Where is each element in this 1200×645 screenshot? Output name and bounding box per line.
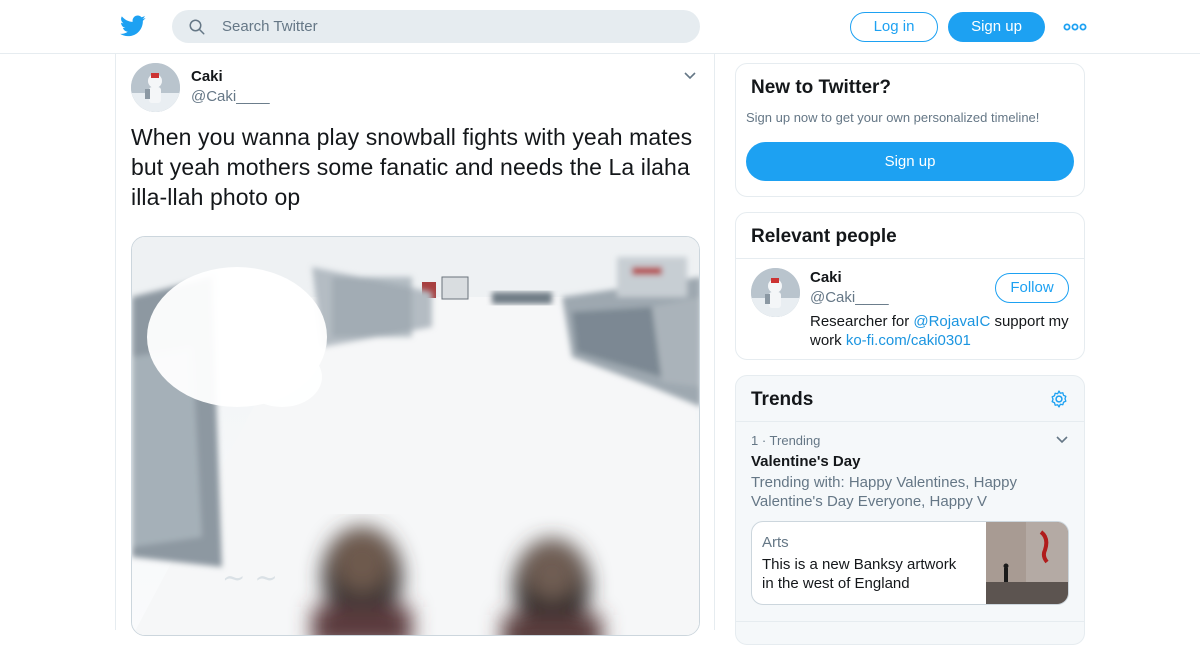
- gear-icon[interactable]: [1049, 389, 1069, 409]
- new-to-twitter-card: New to Twitter? Sign up now to get your …: [735, 63, 1085, 197]
- trend-trending-with: Trending with: Happy Valentines, Happy V…: [751, 474, 1017, 510]
- more-dots-icon[interactable]: [1062, 18, 1088, 36]
- signup-button[interactable]: Sign up: [948, 12, 1045, 42]
- svg-text:~ ~: ~ ~: [222, 561, 278, 594]
- card-title: Relevant people: [751, 226, 897, 247]
- tweet-text: When you wanna play snowball fights with…: [131, 124, 693, 210]
- card-title: New to Twitter?: [751, 77, 892, 98]
- snow-camp-photo: ~ ~: [132, 237, 699, 635]
- avatar-image: [751, 268, 800, 317]
- bio-text: Researcher for: [810, 313, 914, 330]
- card-subtitle: Sign up now to get your own personalized…: [746, 110, 1040, 125]
- follow-button[interactable]: Follow: [995, 273, 1069, 303]
- chevron-down-icon[interactable]: [1054, 432, 1070, 448]
- person-bio: Researcher for @RojavaIC support my work…: [810, 312, 1080, 350]
- trend-name[interactable]: Valentine's Day: [751, 453, 860, 470]
- top-navigation-bar: Log in Sign up: [0, 0, 1200, 54]
- divider: [736, 421, 1084, 422]
- relevant-people-card: Relevant people Caki @Caki____ Follow Re…: [735, 212, 1085, 360]
- trends-card: Trends 1 · Trending Valentine's Day Tren…: [735, 375, 1085, 645]
- divider: [736, 621, 1084, 622]
- person-name[interactable]: Caki: [810, 269, 842, 286]
- divider: [736, 258, 1084, 259]
- bio-mention-link[interactable]: @RojavaIC: [913, 313, 990, 330]
- card-title: Trends: [751, 389, 814, 410]
- avatar[interactable]: [131, 63, 180, 112]
- search-input[interactable]: [222, 10, 682, 43]
- search-box[interactable]: [172, 10, 700, 43]
- tweet-author-name[interactable]: Caki: [191, 68, 223, 85]
- avatar[interactable]: [751, 268, 800, 317]
- trend-meta: 1 · Trending: [751, 433, 821, 448]
- sidebar-signup-button[interactable]: Sign up: [746, 142, 1074, 181]
- tweet-author-handle[interactable]: @Caki____: [191, 88, 270, 105]
- bio-url-link[interactable]: ko-fi.com/caki0301: [846, 332, 971, 349]
- avatar-image: [131, 63, 180, 112]
- person-handle[interactable]: @Caki____: [810, 289, 889, 306]
- twitter-bird-icon[interactable]: [120, 13, 146, 39]
- tweet-photo[interactable]: ~ ~: [131, 236, 700, 636]
- tweet-column: Caki @Caki____ When you wanna play snowb…: [115, 54, 715, 636]
- story-thumbnail: [986, 522, 1068, 604]
- search-icon: [189, 19, 205, 35]
- story-headline: This is a new Banksy artwork in the west…: [762, 556, 957, 592]
- story-category: Arts: [762, 534, 789, 551]
- login-button[interactable]: Log in: [850, 12, 938, 42]
- chevron-down-icon[interactable]: [682, 68, 698, 84]
- trend-story-card[interactable]: Arts This is a new Banksy artwork in the…: [751, 521, 1069, 605]
